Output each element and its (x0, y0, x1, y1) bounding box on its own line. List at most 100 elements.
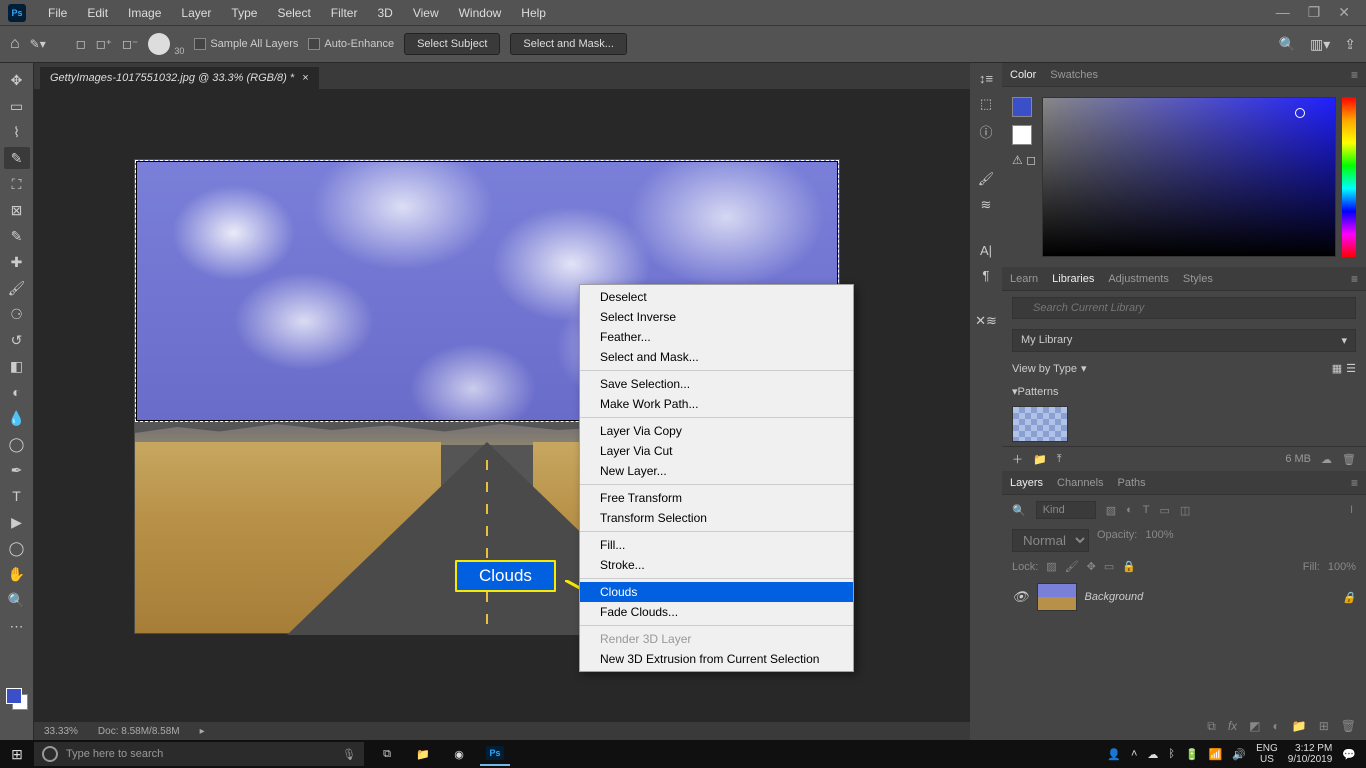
visibility-icon[interactable]: 👁 (1012, 589, 1029, 605)
lasso-tool-icon[interactable]: ⌇ (4, 121, 30, 143)
tab-swatches[interactable]: Swatches (1050, 69, 1098, 81)
gamut-warning-icon[interactable]: ⚠ ◻ (1012, 153, 1036, 167)
tab-channels[interactable]: Channels (1057, 477, 1103, 489)
tab-libraries[interactable]: Libraries (1052, 273, 1094, 285)
tool-preset-icon[interactable]: ✎▾ (30, 37, 46, 51)
mic-icon[interactable]: 🎙 (342, 748, 356, 761)
view-by-label[interactable]: View by Type (1012, 363, 1077, 375)
status-chevron-icon[interactable]: ▸ (200, 726, 205, 737)
panel-menu-icon[interactable]: ≡ (1351, 68, 1358, 82)
start-button[interactable]: ⊞ (0, 746, 34, 763)
document-tab[interactable]: GettyImages-1017551032.jpg @ 33.3% (RGB/… (40, 67, 319, 89)
context-menu-item[interactable]: Select Inverse (580, 307, 853, 327)
tab-learn[interactable]: Learn (1010, 273, 1038, 285)
brushes-panel-icon[interactable]: 🖌 (978, 171, 995, 187)
new-selection-icon[interactable]: ◻ (76, 37, 86, 51)
add-selection-icon[interactable]: ◻⁺ (96, 37, 112, 51)
tray-chevron-icon[interactable]: ˄ (1131, 748, 1137, 760)
crop-tool-icon[interactable]: ⛶ (4, 173, 30, 195)
add-content-icon[interactable]: ＋ (1012, 451, 1023, 467)
menu-select[interactable]: Select (267, 2, 320, 24)
link-layers-icon[interactable]: ⧉ (1207, 719, 1216, 734)
bluetooth-icon[interactable]: ᛒ (1168, 748, 1175, 760)
adjustment-layer-icon[interactable]: ◐ (1273, 719, 1280, 734)
panel-menu-icon[interactable]: ≡ (1351, 476, 1358, 490)
menu-help[interactable]: Help (511, 2, 556, 24)
wifi-icon[interactable]: 📶 (1209, 748, 1223, 761)
modifier-keys-panel-icon[interactable]: ✕≋ (975, 313, 997, 329)
filter-shape-icon[interactable]: ▭ (1160, 504, 1170, 517)
lock-artboard-icon[interactable]: ▭ (1104, 560, 1114, 573)
layer-style-icon[interactable]: fx (1228, 719, 1237, 734)
chrome-icon[interactable]: ◉ (444, 742, 474, 766)
volume-icon[interactable]: 🔊 (1232, 748, 1246, 761)
layer-thumbnail[interactable] (1037, 583, 1077, 611)
pen-tool-icon[interactable]: ✒ (4, 459, 30, 481)
cloud-icon[interactable]: ☁ (1321, 453, 1332, 466)
context-menu-item[interactable]: Save Selection... (580, 374, 853, 394)
sample-all-layers-checkbox[interactable]: Sample All Layers (194, 38, 298, 50)
menu-layer[interactable]: Layer (171, 2, 221, 24)
grid-view-icon[interactable]: ▦ (1332, 362, 1342, 375)
history-brush-tool-icon[interactable]: ↺ (4, 329, 30, 351)
window-close-icon[interactable]: ✕ (1338, 4, 1350, 21)
move-tool-icon[interactable]: ✥ (4, 69, 30, 91)
select-and-mask-button[interactable]: Select and Mask... (510, 33, 627, 55)
quick-selection-tool-icon[interactable]: ✎ (4, 147, 30, 169)
window-restore-icon[interactable]: ❐ (1308, 4, 1321, 21)
menu-file[interactable]: File (38, 2, 77, 24)
filter-pixel-icon[interactable]: ▧ (1106, 504, 1116, 517)
taskbar-search[interactable]: Type here to search 🎙 (34, 742, 364, 766)
layer-row[interactable]: 👁 Background 🔒 (1002, 577, 1366, 617)
list-view-icon[interactable]: ☰ (1346, 362, 1356, 375)
context-menu-item[interactable]: Clouds (580, 582, 853, 602)
path-selection-tool-icon[interactable]: ▶ (4, 511, 30, 533)
menu-image[interactable]: Image (118, 2, 171, 24)
context-menu-item[interactable]: Layer Via Copy (580, 421, 853, 441)
context-menu-item[interactable]: Fill... (580, 535, 853, 555)
pattern-thumbnail[interactable] (1012, 406, 1068, 442)
lock-pixels-icon[interactable]: 🖌 (1065, 560, 1079, 573)
zoom-level[interactable]: 33.33% (44, 726, 78, 737)
context-menu-item[interactable]: Stroke... (580, 555, 853, 575)
photoshop-taskbar-icon[interactable]: Ps (480, 742, 510, 766)
color-swatch[interactable] (4, 688, 30, 710)
brush-tool-icon[interactable]: 🖌 (4, 277, 30, 299)
paragraph-panel-icon[interactable]: ¶ (983, 268, 990, 283)
healing-brush-tool-icon[interactable]: ✚ (4, 251, 30, 273)
menu-3d[interactable]: 3D (367, 2, 402, 24)
search-icon[interactable]: 🔍 (1279, 36, 1296, 53)
marquee-tool-icon[interactable]: ▭ (4, 95, 30, 117)
filter-kind-select[interactable]: Kind (1036, 501, 1096, 519)
filter-adjustment-icon[interactable]: ◐ (1126, 504, 1133, 516)
library-search-input[interactable] (1012, 297, 1356, 319)
people-icon[interactable]: 👤 (1107, 748, 1121, 761)
new-layer-icon[interactable]: ⊞ (1319, 719, 1329, 734)
taskbar-clock[interactable]: 3:12 PM9/10/2019 (1288, 743, 1333, 765)
type-tool-icon[interactable]: T (4, 485, 30, 507)
context-menu-item[interactable]: Layer Via Cut (580, 441, 853, 461)
menu-edit[interactable]: Edit (77, 2, 118, 24)
character-panel-icon[interactable]: A| (980, 243, 992, 258)
brush-settings-panel-icon[interactable]: ≋ (981, 197, 992, 213)
tab-layers[interactable]: Layers (1010, 477, 1043, 489)
context-menu-item[interactable]: New Layer... (580, 461, 853, 481)
tab-color[interactable]: Color (1010, 69, 1036, 81)
context-menu-item[interactable]: Fade Clouds... (580, 602, 853, 622)
frame-tool-icon[interactable]: ⊠ (4, 199, 30, 221)
notifications-icon[interactable]: 💬 (1342, 748, 1356, 761)
task-view-icon[interactable]: ⧉ (372, 742, 402, 766)
background-color-swatch[interactable] (1012, 125, 1032, 145)
filter-smart-icon[interactable]: ◫ (1180, 504, 1190, 517)
new-group-icon[interactable]: 📁 (1292, 719, 1307, 734)
eraser-tool-icon[interactable]: ◧ (4, 355, 30, 377)
context-menu-item[interactable]: Select and Mask... (580, 347, 853, 367)
home-icon[interactable]: ⌂ (10, 35, 20, 53)
opacity-value[interactable]: 100% (1145, 529, 1173, 552)
tab-styles[interactable]: Styles (1183, 273, 1213, 285)
shape-tool-icon[interactable]: ◯ (4, 537, 30, 559)
file-explorer-icon[interactable]: 📁 (408, 742, 438, 766)
context-menu-item[interactable]: Deselect (580, 287, 853, 307)
lock-all-icon[interactable]: 🔒 (1122, 560, 1136, 573)
auto-enhance-checkbox[interactable]: Auto-Enhance (308, 38, 394, 50)
